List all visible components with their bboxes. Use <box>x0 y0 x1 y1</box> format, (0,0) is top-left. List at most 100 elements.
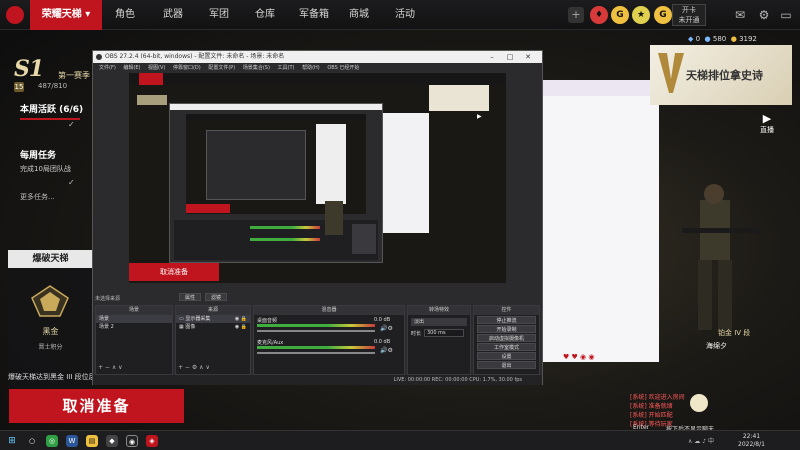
chrome-icon[interactable]: ◎ <box>46 435 58 447</box>
game-top-nav: 荣耀天梯 ▾ 角色 武器 军团 仓库 军备箱 商城 活动 + ♦ G ★ G 开… <box>0 0 800 30</box>
mixer-track-level: 0.0 dB <box>374 317 391 323</box>
source-controls[interactable]: + − ⚙ ∧ ∨ <box>178 364 210 371</box>
speaker-icon[interactable]: 🔊⚙ <box>380 347 393 354</box>
search-icon[interactable]: ○ <box>26 435 38 447</box>
card-status-line2: 未开通 <box>678 16 700 24</box>
settings-button[interactable]: 设置 <box>477 352 536 360</box>
weekly-activity-title[interactable]: 本周活跃 (6/6) <box>20 102 83 115</box>
gear-icon[interactable]: ⚙ <box>756 7 772 23</box>
cancel-ready-button[interactable]: 取消准备 <box>9 389 184 423</box>
game-logo-icon[interactable] <box>6 6 24 24</box>
mixer-dock: 混音器 桌面音频 0.0 dB 🔊⚙ 麦克风/Aux 0.0 dB 🔊⚙ <box>253 305 405 375</box>
eye-icon[interactable]: ◉ 🔒 <box>235 315 250 323</box>
volume-slider[interactable] <box>257 352 375 354</box>
word-icon[interactable]: W <box>66 435 78 447</box>
sources-dock-title: 来源 <box>176 306 250 315</box>
transition-select[interactable]: 淡出 <box>411 318 467 326</box>
avatar[interactable] <box>690 394 708 412</box>
mixer-dock-title: 混音器 <box>254 306 404 315</box>
folder-icon[interactable]: ▤ <box>86 435 98 447</box>
system-tray[interactable]: ∧ ☁ ♪ 中 <box>688 436 714 445</box>
taskbar-clock[interactable]: 22:41 2022/8/1 <box>738 433 765 449</box>
properties-button[interactable]: 属性 <box>179 293 201 301</box>
menu-scene-collection[interactable]: 场景集合(S) <box>243 63 270 73</box>
rank-name: 黑金 <box>42 327 59 336</box>
windows-start-icon[interactable]: ⊞ <box>6 435 18 447</box>
nav-weapons[interactable]: 武器 <box>154 0 192 30</box>
obs-docks: 未选择来源 属性 滤镜 场景 场景 场景 2 + − ∧ ∨ 来源 ▭ 显示器采… <box>93 291 542 385</box>
maximize-icon[interactable]: □ <box>503 51 517 63</box>
obs-taskbar-icon[interactable]: ◉ <box>126 435 138 447</box>
source-item[interactable]: ▦ 图像 ◉ 🔒 <box>176 323 250 331</box>
season-logo: S1 <box>14 56 44 82</box>
obs-window: OBS 27.2.4 (64-bit, windows) - 配置文件: 未命名… <box>92 50 543 385</box>
minimize-icon[interactable]: – <box>485 51 499 63</box>
reward-badge-icon[interactable]: ★ <box>632 6 650 24</box>
gold-badge-2-icon[interactable]: G <box>654 6 672 24</box>
event-badge-icon[interactable]: ♦ <box>590 6 608 24</box>
source-item[interactable]: ▭ 显示器采集 ◉ 🔒 <box>176 315 250 323</box>
start-recording-button[interactable]: 开始录制 <box>477 325 536 333</box>
weekly-task-title[interactable]: 每周任务 <box>20 148 56 161</box>
virtual-camera-button[interactable]: 启动虚拟摄像机 <box>477 334 536 342</box>
close-icon[interactable]: ✕ <box>521 51 535 63</box>
menu-help[interactable]: 帮助(H) <box>302 63 320 73</box>
obs-logo-icon <box>96 54 102 60</box>
nav-legion[interactable]: 军团 <box>200 0 238 30</box>
heart-icon[interactable]: ♥ ♥ ◉ ◉ <box>563 353 594 361</box>
scene-item[interactable]: 场景 <box>96 315 172 323</box>
menu-profile[interactable]: 配置文件(P) <box>208 63 235 73</box>
menu-view[interactable]: 视图(V) <box>148 63 165 73</box>
studio-mode-button[interactable]: 工作室模式 <box>477 343 536 351</box>
obs-preview-canvas[interactable]: 取消准备 ▶ <box>129 73 506 283</box>
nav-warehouse[interactable]: 仓库 <box>246 0 284 30</box>
currency-b-value: 580 <box>712 35 727 43</box>
scene-item[interactable]: 场景 2 <box>96 323 172 331</box>
transitions-dock-title: 转场特效 <box>408 306 470 315</box>
nav-store[interactable]: 商城 <box>340 0 378 30</box>
mixer-track-level: 0.0 dB <box>374 339 391 345</box>
live-button[interactable]: ▶ 直播 <box>756 112 778 142</box>
transitions-dock: 转场特效 淡出 时长 300 ms <box>407 305 471 375</box>
card-status-line1: 开卡 <box>682 6 696 14</box>
nav-events[interactable]: 活动 <box>386 0 424 30</box>
scene-controls[interactable]: + − ∧ ∨ <box>98 364 123 371</box>
browser-panel-toolbar <box>543 80 659 96</box>
menu-docks[interactable]: 停靠窗口(D) <box>173 63 201 73</box>
volume-meter <box>257 324 375 327</box>
mixer-track-name: 麦克风/Aux <box>257 340 284 346</box>
card-status-box[interactable]: 开卡 未开通 <box>672 4 706 26</box>
chat-line: [系统] 准备就绪 <box>630 403 673 410</box>
duration-input[interactable]: 300 ms <box>424 329 464 337</box>
more-tasks-link[interactable]: 更多任务... <box>20 192 55 202</box>
controls-dock: 控件 停止推流 开始录制 启动虚拟摄像机 工作室模式 设置 退出 <box>473 305 540 375</box>
nav-ranked-ladder[interactable]: 荣耀天梯 ▾ <box>30 0 102 30</box>
promo-banner[interactable]: 天梯排位拿史诗 <box>650 45 792 105</box>
breach-ladder-header[interactable]: 爆破天梯 <box>8 250 93 268</box>
menu-tools[interactable]: 工具(T) <box>278 63 295 73</box>
mail-icon[interactable]: ✉ <box>732 7 748 23</box>
promo-text: 天梯排位拿史诗 <box>686 69 763 82</box>
gold-badge-icon[interactable]: G <box>611 6 629 24</box>
menu-edit[interactable]: 编辑(E) <box>123 63 140 73</box>
nav-supply-box[interactable]: 军备箱 <box>293 0 335 30</box>
add-icon[interactable]: + <box>568 7 584 23</box>
game-taskbar-icon[interactable]: ◈ <box>146 435 158 447</box>
menu-file[interactable]: 文件(F) <box>99 63 116 73</box>
eye-icon[interactable]: ◉ 🔒 <box>235 323 250 331</box>
app-icon[interactable]: ◆ <box>106 435 118 447</box>
player-character <box>682 184 760 330</box>
volume-meter <box>257 346 375 349</box>
filters-button[interactable]: 滤镜 <box>205 293 227 301</box>
gold-coin-icon: ● <box>730 35 737 43</box>
breach-ladder-panel[interactable]: 爆破天梯 黑金 晋士积分 <box>8 250 93 388</box>
currency-row: ◆ 0 ● 580 ● 3192 <box>688 35 757 43</box>
volume-slider[interactable] <box>257 330 375 332</box>
speaker-icon[interactable]: 🔊⚙ <box>380 325 393 332</box>
scenes-dock-title: 场景 <box>96 306 172 315</box>
nav-character[interactable]: 角色 <box>106 0 144 30</box>
minimize-icon[interactable]: ▭ <box>778 7 794 23</box>
preview-nav <box>129 73 506 85</box>
stop-streaming-button[interactable]: 停止推流 <box>477 316 536 324</box>
exit-button[interactable]: 退出 <box>477 361 536 369</box>
